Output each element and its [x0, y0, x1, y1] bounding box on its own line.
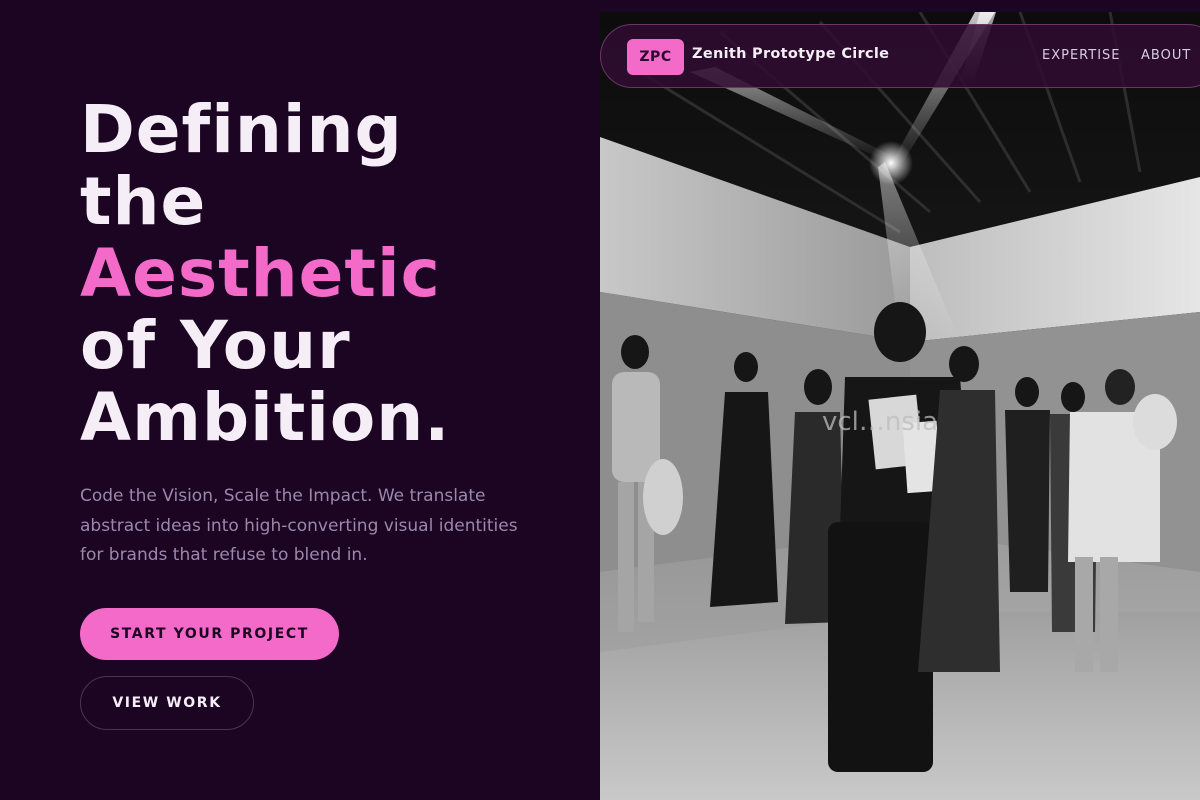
hero-section: Defining the Aesthetic of Your Ambition.… [0, 0, 600, 800]
nav-link-expertise[interactable]: EXPERTISE [1042, 48, 1121, 63]
top-navbar: ZPC Zenith Prototype Circle EXPERTISE AB… [600, 24, 1200, 88]
hero-headline: Defining the Aesthetic of Your Ambition. [80, 94, 450, 454]
logo-badge[interactable]: ZPC [627, 39, 684, 75]
nav-link-about[interactable]: ABOUT [1141, 48, 1191, 63]
brand-name[interactable]: Zenith Prototype Circle [692, 46, 889, 62]
hero-subtext: Code the Vision, Scale the Impact. We tr… [80, 486, 518, 565]
view-work-button[interactable]: VIEW WORK [80, 676, 254, 730]
fashion-show-photo-icon: vcl…nsia [600, 12, 1200, 800]
photo-watermark: vcl…nsia [822, 407, 938, 437]
headline-line: the [80, 163, 207, 240]
headline-accent-line: Aesthetic [80, 235, 441, 312]
hero-photo: vcl…nsia [600, 12, 1200, 800]
headline-line: of Your [80, 307, 351, 384]
headline-line: Defining [80, 91, 403, 168]
start-project-button[interactable]: START YOUR PROJECT [80, 608, 339, 660]
headline-line: Ambition. [80, 379, 451, 456]
